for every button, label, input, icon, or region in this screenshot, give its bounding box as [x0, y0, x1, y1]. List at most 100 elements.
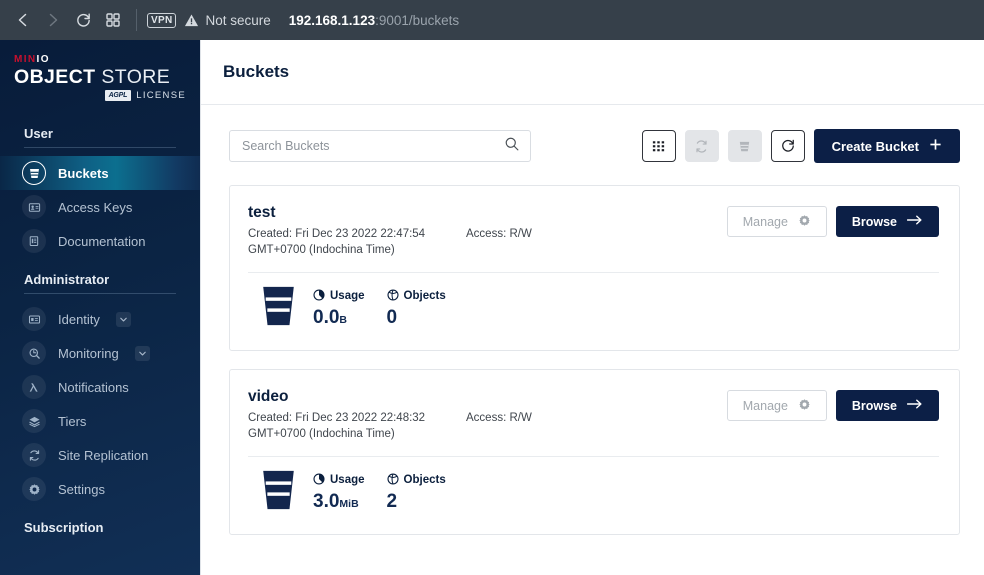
create-bucket-button[interactable]: Create Bucket — [814, 129, 960, 163]
grid-view-button[interactable] — [642, 130, 676, 162]
arrow-right-icon — [907, 398, 923, 413]
usage-label-row: Usage — [313, 289, 365, 304]
usage-label: Usage — [330, 474, 365, 486]
reload-button[interactable] — [68, 5, 98, 35]
gear-icon — [22, 477, 46, 501]
bucket-created: Created: Fri Dec 23 2022 22:47:54 GMT+07… — [248, 226, 466, 258]
objects-value: 2 — [387, 491, 446, 513]
stat-group: Usage 0.0B — [313, 287, 446, 331]
app-body: MINIO OBJECT STORE AGPL LICENSE User Buc… — [0, 40, 984, 575]
url-host: 192.168.1.123 — [289, 13, 375, 28]
sidebar-item-buckets[interactable]: Buckets — [0, 156, 200, 190]
warning-triangle-icon — [184, 13, 199, 28]
url-path: :9001/buckets — [375, 13, 459, 28]
objects-label: Objects — [404, 290, 446, 302]
gear-icon — [798, 214, 811, 230]
objects-label: Objects — [404, 474, 446, 486]
bucket-meta: Created: Fri Dec 23 2022 22:47:54 GMT+07… — [248, 226, 727, 258]
bucket-name: test — [248, 204, 727, 222]
chevron-down-icon[interactable] — [135, 346, 150, 361]
usage-value-row: 0.0B — [313, 307, 365, 331]
search-input[interactable] — [242, 139, 504, 153]
page-header: Buckets — [201, 40, 984, 105]
create-bucket-label: Create Bucket — [832, 139, 919, 154]
bucket-access: Access: R/W — [466, 226, 532, 242]
main-content: Buckets — [200, 40, 984, 575]
sidebar-item-tiers[interactable]: Tiers — [0, 404, 200, 438]
bucket-icon — [22, 161, 46, 185]
replication-button[interactable] — [685, 130, 719, 162]
bucket-stats: Usage 3.0MiB — [248, 457, 939, 528]
objects-icon — [387, 289, 399, 304]
sidebar-item-identity[interactable]: Identity — [0, 302, 200, 336]
bucket-card-info: video Created: Fri Dec 23 2022 22:48:32 … — [248, 388, 727, 442]
apps-grid-button[interactable] — [98, 5, 128, 35]
browse-label: Browse — [852, 215, 897, 229]
forward-button[interactable] — [38, 5, 68, 35]
bucket-icon — [260, 469, 297, 516]
toolbar: Create Bucket — [229, 129, 960, 163]
delete-buckets-button[interactable] — [728, 130, 762, 162]
page-title: Buckets — [223, 62, 289, 82]
bucket-access: Access: R/W — [466, 410, 532, 426]
lambda-icon — [22, 375, 46, 399]
address-bar[interactable]: 192.168.1.123:9001/buckets — [289, 13, 459, 28]
logo-store: STORE — [101, 66, 170, 88]
chevron-down-icon[interactable] — [116, 312, 131, 327]
search-buckets-field[interactable] — [229, 130, 531, 162]
section-divider — [24, 293, 176, 294]
sidebar-item-label: Access Keys — [58, 200, 132, 215]
browse-button[interactable]: Browse — [836, 206, 939, 237]
sidebar-item-notifications[interactable]: Notifications — [0, 370, 200, 404]
usage-label: Usage — [330, 290, 365, 302]
section-divider — [24, 147, 176, 148]
usage-unit: B — [339, 314, 347, 326]
sidebar-item-label: Buckets — [58, 166, 109, 181]
sidebar-item-label: Identity — [58, 312, 100, 327]
monitoring-icon — [22, 341, 46, 365]
manage-button[interactable]: Manage — [727, 206, 827, 237]
sidebar-item-label: Documentation — [58, 234, 145, 249]
refresh-icon — [780, 138, 796, 154]
sidebar-item-site-replication[interactable]: Site Replication — [0, 438, 200, 472]
browse-label: Browse — [852, 399, 897, 413]
sidebar-item-access-keys[interactable]: Access Keys — [0, 190, 200, 224]
chrome-divider — [136, 9, 137, 31]
sidebar-item-monitoring[interactable]: Monitoring — [0, 336, 200, 370]
sidebar-section-subscription: Subscription — [0, 520, 200, 541]
objects-label-row: Objects — [387, 289, 446, 304]
grid-apps-icon — [105, 12, 121, 28]
document-icon — [22, 229, 46, 253]
license-row: AGPL LICENSE — [14, 90, 186, 101]
bucket-card-actions: Manage Browse — [727, 388, 939, 421]
identity-icon — [22, 307, 46, 331]
replication-icon — [22, 443, 46, 467]
manage-button[interactable]: Manage — [727, 390, 827, 421]
usage-stat: Usage 3.0MiB — [313, 473, 365, 515]
minio-logo[interactable]: MINIO OBJECT STORE AGPL LICENSE — [0, 40, 200, 112]
back-button[interactable] — [8, 5, 38, 35]
sidebar-section-administrator: Administrator — [0, 272, 200, 293]
refresh-button[interactable] — [771, 130, 805, 162]
browse-button[interactable]: Browse — [836, 390, 939, 421]
logo-io: IO — [37, 54, 50, 65]
bucket-card[interactable]: test Created: Fri Dec 23 2022 22:47:54 G… — [229, 185, 960, 351]
bucket-card-header: test Created: Fri Dec 23 2022 22:47:54 G… — [248, 204, 939, 258]
tiers-icon — [22, 409, 46, 433]
chevron-right-icon — [45, 12, 61, 28]
usage-value: 3.0 — [313, 491, 339, 512]
sidebar-item-documentation[interactable]: Documentation — [0, 224, 200, 258]
arrow-right-icon — [907, 214, 923, 229]
sidebar-item-label: Monitoring — [58, 346, 119, 361]
security-status-text: Not secure — [205, 13, 270, 28]
gear-icon — [798, 398, 811, 414]
bucket-meta: Created: Fri Dec 23 2022 22:48:32 GMT+07… — [248, 410, 727, 442]
objects-icon — [387, 473, 399, 488]
agpl-chip: AGPL — [105, 90, 132, 101]
logo-min: MIN — [14, 54, 37, 65]
bucket-card-actions: Manage Browse — [727, 204, 939, 237]
bucket-created: Created: Fri Dec 23 2022 22:48:32 GMT+07… — [248, 410, 466, 442]
sidebar-item-settings[interactable]: Settings — [0, 472, 200, 506]
sidebar-item-label: Tiers — [58, 414, 86, 429]
bucket-card[interactable]: video Created: Fri Dec 23 2022 22:48:32 … — [229, 369, 960, 535]
